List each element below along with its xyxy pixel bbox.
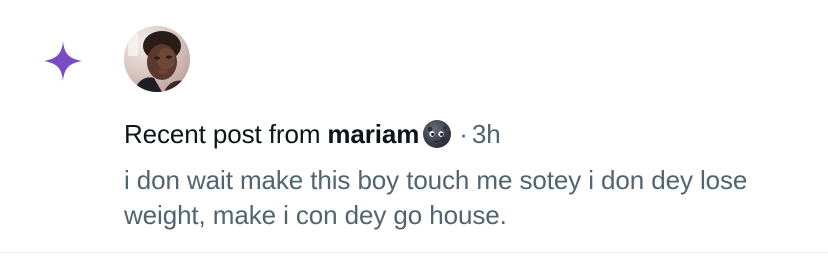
headline-prefix: Recent post from: [124, 118, 321, 149]
notification-headline: Recent post from mariam · 3h: [124, 116, 501, 152]
timestamp[interactable]: 3h: [472, 119, 501, 150]
new-moon-face-icon: [421, 118, 453, 150]
sparkle-icon: [38, 36, 88, 86]
separator-dot: ·: [459, 118, 468, 149]
notification-item[interactable]: Recent post from mariam · 3h i don wait …: [0, 0, 828, 252]
author-name[interactable]: mariam: [327, 119, 419, 150]
avatar[interactable]: [124, 26, 190, 92]
post-preview-text: i don wait make this boy touch me sotey …: [124, 165, 748, 230]
divider: [0, 252, 828, 253]
